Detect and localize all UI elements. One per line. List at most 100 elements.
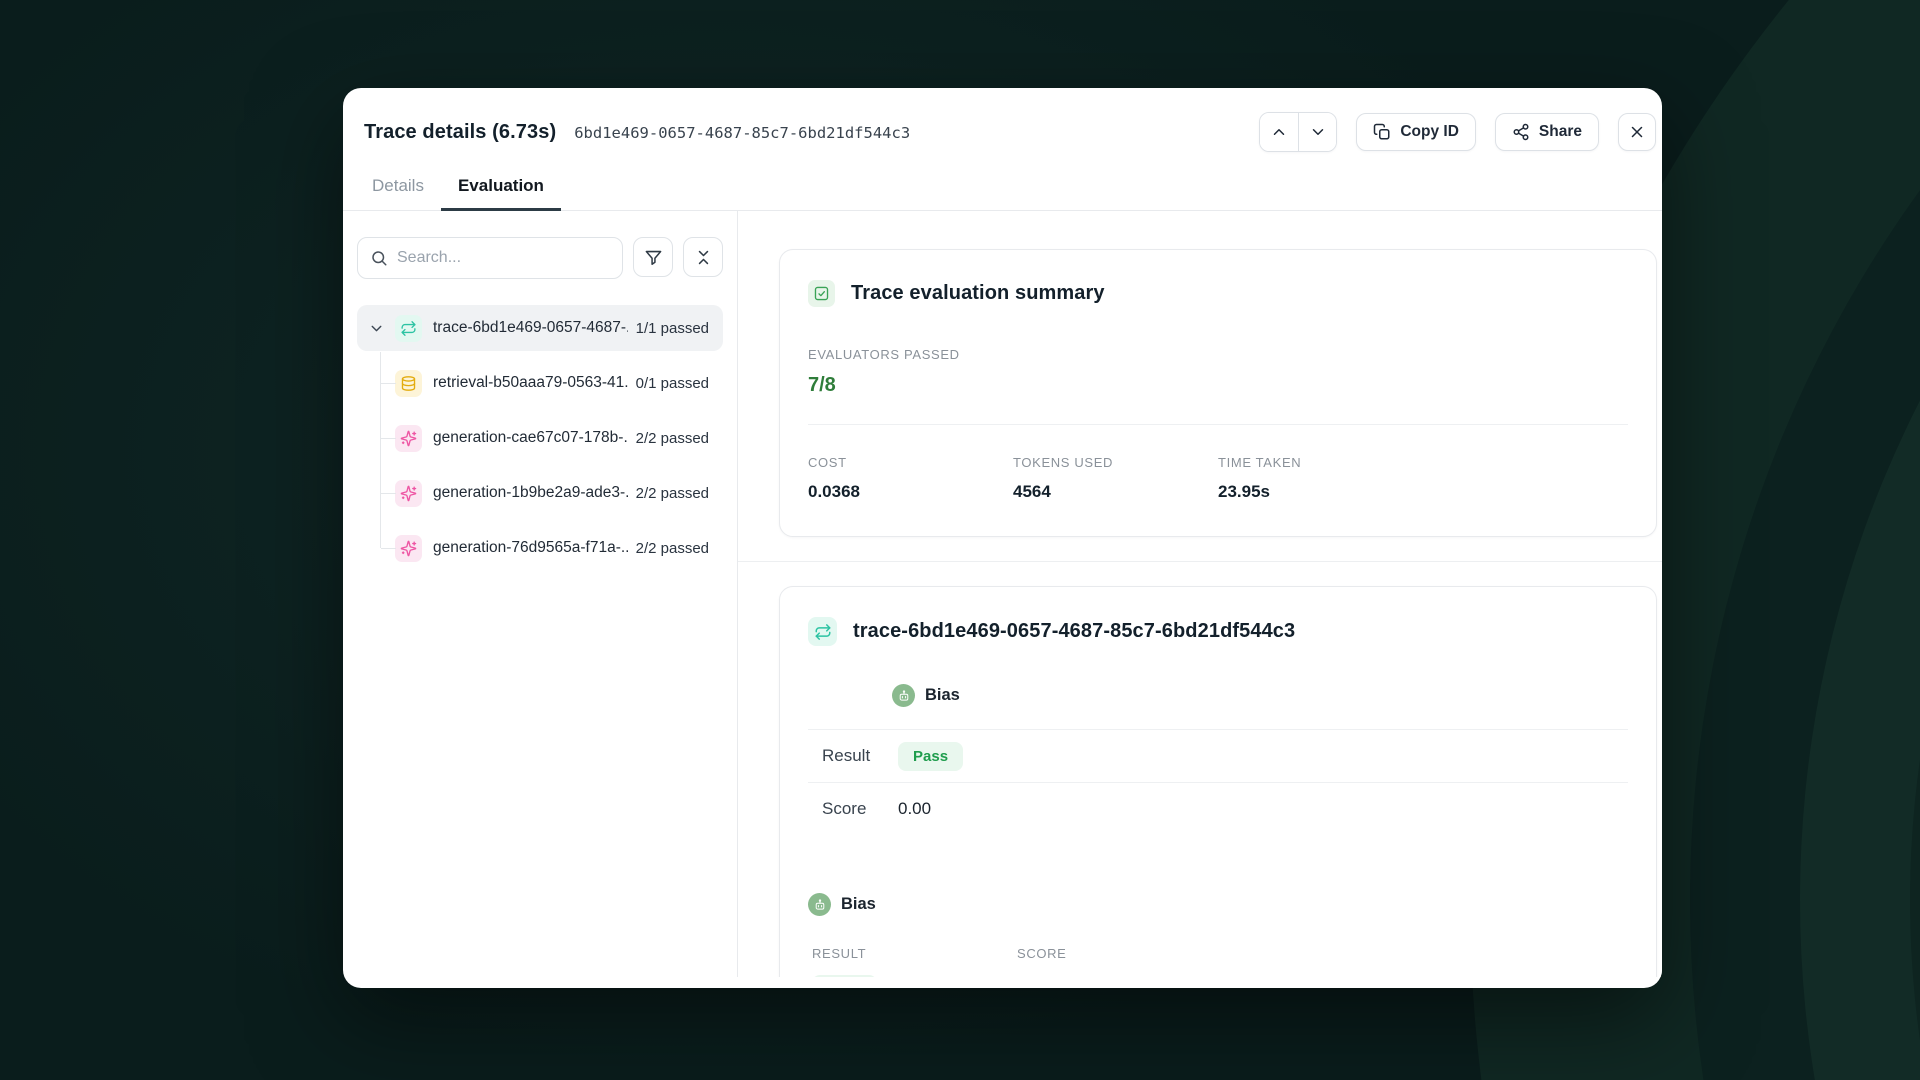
- chevron-up-icon: [1270, 123, 1288, 141]
- robot-icon: [892, 684, 915, 707]
- result-label: Result: [822, 746, 898, 766]
- filter-button[interactable]: [633, 237, 673, 277]
- sparkles-icon: [400, 430, 417, 447]
- detail-result-value: Pass: [812, 975, 1017, 977]
- score-value: 0.00: [898, 799, 931, 819]
- next-trace-button[interactable]: [1298, 113, 1336, 151]
- search-box: [357, 237, 623, 279]
- metric-value: 0.0368: [808, 482, 1013, 502]
- evaluator-detail-header: Bias: [808, 893, 1628, 916]
- result-pass-badge: Pass: [812, 975, 877, 977]
- result-row: Result Pass: [808, 730, 1628, 782]
- trace-nav-group: [1259, 112, 1337, 152]
- header-actions: Copy ID Share: [1259, 112, 1656, 152]
- detail-result-column: RESULT Pass: [812, 946, 1017, 977]
- share-icon: [1512, 123, 1530, 141]
- node-status: 2/2 passed: [636, 430, 709, 447]
- node-type-icon: [395, 370, 422, 397]
- checkbox-icon: [808, 280, 835, 307]
- database-icon: [400, 375, 417, 392]
- tree-node[interactable]: generation-1b9be2a9-ade3-... 2/2 passed: [357, 470, 723, 516]
- close-icon: [1628, 123, 1646, 141]
- summary-metric: TOKENS USED 4564: [1013, 455, 1218, 502]
- evaluators-passed-value: 7/8: [808, 374, 1628, 397]
- tree-node[interactable]: trace-6bd1e469-0657-4687-... 1/1 passed: [357, 305, 723, 351]
- tree-node[interactable]: generation-cae67c07-178b-... 2/2 passed: [357, 415, 723, 461]
- node-label: trace-6bd1e469-0657-4687-...: [433, 319, 628, 337]
- node-type-icon: [395, 315, 422, 342]
- score-row: Score 0.00: [808, 783, 1628, 835]
- node-status: 1/1 passed: [636, 320, 709, 337]
- node-label: generation-76d9565a-f71a-...: [433, 539, 628, 557]
- evaluation-panel: Trace evaluation summary EVALUATORS PASS…: [738, 211, 1662, 977]
- node-label: retrieval-b50aaa79-0563-41...: [433, 374, 628, 392]
- trace-tree-sidebar: trace-6bd1e469-0657-4687-... 1/1 passed …: [343, 211, 738, 977]
- header-title-group: Trace details (6.73s) 6bd1e469-0657-4687…: [364, 121, 910, 144]
- node-label: generation-1b9be2a9-ade3-...: [433, 484, 628, 502]
- score-label: Score: [822, 799, 898, 819]
- trace-arrows-icon: [808, 617, 837, 646]
- summary-metric: TIME TAKEN 23.95s: [1218, 455, 1301, 502]
- node-status: 0/1 passed: [636, 375, 709, 392]
- chevron-down-icon: [1309, 123, 1327, 141]
- node-status: 2/2 passed: [636, 540, 709, 557]
- trace-tree: trace-6bd1e469-0657-4687-... 1/1 passed …: [357, 305, 723, 571]
- tree-node[interactable]: retrieval-b50aaa79-0563-41... 0/1 passed: [357, 360, 723, 406]
- copy-id-button[interactable]: Copy ID: [1356, 113, 1476, 151]
- tab-evaluation[interactable]: Evaluation: [441, 166, 561, 211]
- filter-icon: [644, 248, 663, 267]
- previous-trace-button[interactable]: [1260, 113, 1298, 151]
- modal-title: Trace details (6.73s): [364, 121, 556, 144]
- copy-icon: [1373, 123, 1391, 141]
- sidebar-toolbar: [357, 237, 723, 279]
- node-status: 2/2 passed: [636, 485, 709, 502]
- trace-details-modal: Trace details (6.73s) 6bd1e469-0657-4687…: [343, 88, 1662, 988]
- tab-details[interactable]: Details: [355, 166, 441, 211]
- chevron-down-icon[interactable]: [367, 319, 385, 337]
- search-input[interactable]: [397, 249, 610, 267]
- node-type-icon: [395, 480, 422, 507]
- evaluator-name: Bias: [841, 895, 876, 914]
- collapse-all-button[interactable]: [683, 237, 723, 277]
- modal-body: trace-6bd1e469-0657-4687-... 1/1 passed …: [343, 211, 1662, 977]
- node-label: generation-cae67c07-178b-...: [433, 429, 628, 447]
- evaluator-detail-columns: RESULT Pass SCORE 0.00: [808, 946, 1628, 977]
- sparkles-icon: [400, 485, 417, 502]
- search-icon: [370, 249, 388, 267]
- modal-header: Trace details (6.73s) 6bd1e469-0657-4687…: [343, 88, 1662, 152]
- metric-label: TIME TAKEN: [1218, 455, 1301, 470]
- collapse-vertical-icon: [694, 248, 713, 267]
- evaluator-header: Bias: [892, 684, 1628, 707]
- tab-bar: Details Evaluation: [343, 166, 1662, 211]
- summary-metric: COST 0.0368: [808, 455, 1013, 502]
- tree-node[interactable]: generation-76d9565a-f71a-... 2/2 passed: [357, 525, 723, 571]
- desktop-background: Trace details (6.73s) 6bd1e469-0657-4687…: [0, 0, 1920, 1080]
- share-button[interactable]: Share: [1495, 113, 1599, 151]
- node-type-icon: [395, 535, 422, 562]
- trace-card-header: trace-6bd1e469-0657-4687-85c7-6bd21df544…: [808, 617, 1628, 646]
- result-pass-badge: Pass: [898, 742, 963, 771]
- summary-card-title: Trace evaluation summary: [851, 282, 1105, 305]
- copy-id-label: Copy ID: [1400, 123, 1459, 141]
- summary-card-header: Trace evaluation summary: [808, 280, 1628, 307]
- metric-label: TOKENS USED: [1013, 455, 1218, 470]
- detail-score-column: SCORE 0.00: [1017, 946, 1222, 977]
- trace-card-title: trace-6bd1e469-0657-4687-85c7-6bd21df544…: [853, 620, 1295, 643]
- trace-evaluation-card: trace-6bd1e469-0657-4687-85c7-6bd21df544…: [779, 586, 1657, 977]
- trace-icon: [400, 320, 417, 337]
- metric-value: 23.95s: [1218, 482, 1301, 502]
- robot-icon: [808, 893, 831, 916]
- trace-evaluation-summary-card: Trace evaluation summary EVALUATORS PASS…: [779, 249, 1657, 537]
- metric-label: COST: [808, 455, 1013, 470]
- sparkles-icon: [400, 540, 417, 557]
- evaluators-passed-label: EVALUATORS PASSED: [808, 347, 1628, 362]
- trace-id: 6bd1e469-0657-4687-85c7-6bd21df544c3: [574, 124, 910, 142]
- summary-metrics: COST 0.0368 TOKENS USED 4564 TIME TAKEN …: [808, 455, 1628, 502]
- divider: [808, 424, 1628, 425]
- share-label: Share: [1539, 123, 1582, 141]
- node-type-icon: [395, 425, 422, 452]
- evaluator-name: Bias: [925, 686, 960, 705]
- close-button[interactable]: [1618, 113, 1656, 151]
- detail-score-label: SCORE: [1017, 946, 1222, 961]
- metric-value: 4564: [1013, 482, 1218, 502]
